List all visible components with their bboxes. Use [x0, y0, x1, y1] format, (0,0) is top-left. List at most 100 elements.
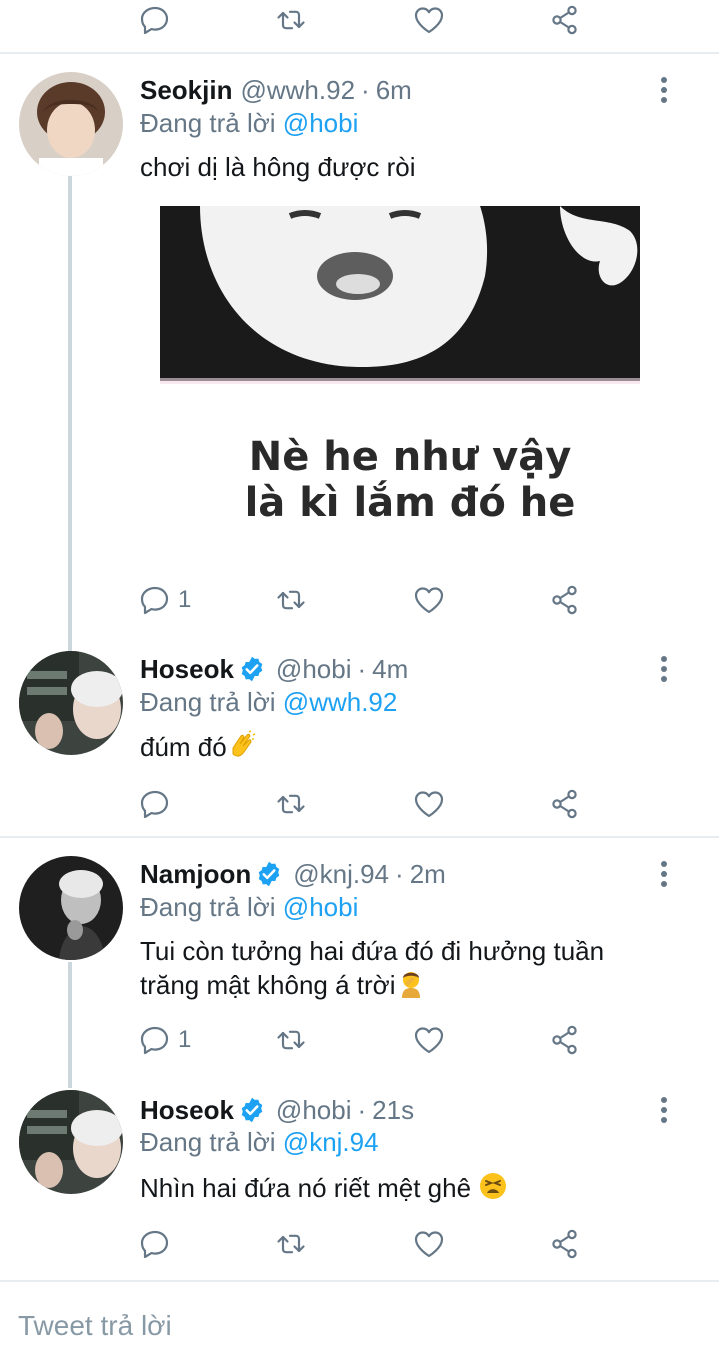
divider [0, 836, 719, 838]
tweet-actions [0, 784, 719, 824]
retweet-button[interactable] [274, 0, 308, 40]
reply-button[interactable] [138, 1224, 178, 1264]
more-icon[interactable] [652, 1092, 676, 1128]
display-name[interactable]: Hoseok [140, 654, 234, 685]
retweet-icon [274, 3, 308, 37]
tweet-text-line: trăng mật không á trời [140, 970, 396, 1000]
avatar[interactable] [19, 72, 123, 176]
like-icon [412, 583, 446, 617]
user-handle[interactable]: @hobi [276, 1095, 352, 1126]
display-name[interactable]: Seokjin [140, 75, 232, 106]
meme-caption-line: Nè he như vậy [248, 434, 572, 480]
reply-button[interactable] [138, 0, 172, 40]
share-icon [548, 583, 582, 617]
meme-face-icon [160, 206, 640, 384]
reply-icon [138, 1227, 172, 1261]
like-button[interactable] [412, 1020, 446, 1060]
person-facepalming-icon [401, 972, 420, 998]
replying-to-label: Đang trả lời [140, 687, 276, 717]
user-handle[interactable]: @wwh.92 [240, 75, 355, 106]
tweet-media-image[interactable]: Nè he như vậy là kì lắm đó he [140, 206, 680, 556]
avatar[interactable] [19, 1090, 123, 1194]
timestamp[interactable]: 2m [410, 859, 446, 890]
tweet-actions: 1 [0, 1020, 719, 1060]
tweet-header: Seokjin @wwh.92 · 6m [140, 72, 412, 108]
replying-to-label: Đang trả lời [140, 892, 276, 922]
separator: · [357, 1094, 367, 1125]
mention-link[interactable]: @wwh.92 [283, 687, 398, 717]
timestamp[interactable]: 6m [376, 75, 412, 106]
retweet-icon [274, 1227, 308, 1261]
mention-link[interactable]: @knj.94 [283, 1127, 379, 1157]
replying-to-label: Đang trả lời [140, 1127, 276, 1157]
replying-to-label: Đang trả lời [140, 108, 276, 138]
display-name[interactable]: Namjoon [140, 859, 251, 890]
tired-face-icon [480, 1173, 507, 1199]
retweet-button[interactable] [274, 1224, 308, 1264]
retweet-icon [274, 787, 308, 821]
share-button[interactable] [548, 1224, 582, 1264]
user-handle[interactable]: @hobi [276, 654, 352, 685]
like-button[interactable] [412, 784, 446, 824]
separator: · [361, 74, 370, 105]
replying-to: Đang trả lời @hobi [140, 108, 358, 139]
separator: · [395, 858, 404, 889]
like-button[interactable] [412, 0, 446, 40]
reply-icon [138, 1023, 172, 1057]
verified-icon [241, 656, 263, 682]
reply-icon [138, 787, 172, 821]
retweet-icon [274, 1023, 308, 1057]
share-button[interactable] [548, 1020, 582, 1060]
mention-link[interactable]: @hobi [283, 892, 359, 922]
tweet-header: Hoseok @hobi · 21s [140, 1092, 414, 1128]
clapping-hands-icon [232, 730, 256, 757]
verified-icon [241, 1097, 263, 1123]
retweet-button[interactable] [274, 784, 308, 824]
reply-button[interactable]: 1 [138, 1020, 191, 1060]
tweet-text: đúm đó [140, 730, 257, 764]
meme-caption: Nè he như vậy là kì lắm đó he [140, 434, 680, 526]
more-icon[interactable] [652, 651, 676, 687]
replying-to: Đang trả lời @wwh.92 [140, 687, 397, 718]
tweet-text: Nhìn hai đứa nó riết mệt ghê [140, 1171, 508, 1205]
avatar[interactable] [19, 856, 123, 960]
tweet-text-content: Nhìn hai đứa nó riết mệt ghê [140, 1173, 472, 1203]
more-icon[interactable] [652, 856, 676, 892]
reply-input[interactable]: Tweet trả lời [18, 1310, 172, 1342]
more-icon[interactable] [652, 72, 676, 108]
retweet-button[interactable] [274, 1020, 308, 1060]
tweet-text: Tui còn tưởng hai đứa đó đi hưởng tuần t… [140, 934, 604, 1002]
reply-count: 1 [178, 1026, 192, 1053]
tweet-header: Namjoon @knj.94 · 2m [140, 856, 446, 892]
like-button[interactable] [412, 1224, 446, 1264]
share-button[interactable] [548, 580, 582, 620]
replying-to: Đang trả lời @hobi [140, 892, 358, 923]
timestamp[interactable]: 21s [372, 1095, 414, 1126]
separator: · [357, 653, 367, 684]
like-icon [412, 1023, 446, 1057]
avatar[interactable] [19, 651, 123, 755]
share-icon [548, 3, 582, 37]
reply-button[interactable] [138, 784, 178, 824]
timestamp[interactable]: 4m [372, 654, 408, 685]
reply-button[interactable]: 1 [138, 580, 191, 620]
tweet-actions: 1 [0, 580, 719, 620]
share-icon [548, 1023, 582, 1057]
retweet-icon [274, 583, 308, 617]
user-handle[interactable]: @knj.94 [293, 859, 389, 890]
divider [0, 52, 719, 54]
mention-link[interactable]: @hobi [283, 108, 359, 138]
tweet-text: chơi dị là hông được ròi [140, 152, 416, 182]
share-icon [548, 1227, 582, 1261]
share-button[interactable] [548, 784, 582, 824]
meme-caption-line: là kì lắm đó he [244, 480, 576, 526]
reply-composer[interactable]: Tweet trả lời [0, 1280, 719, 1371]
tweet-actions [0, 1224, 719, 1264]
like-icon [412, 1227, 446, 1261]
retweet-button[interactable] [274, 580, 308, 620]
tweet-actions-top [0, 0, 719, 40]
like-button[interactable] [412, 580, 446, 620]
share-button[interactable] [548, 0, 582, 40]
display-name[interactable]: Hoseok [140, 1095, 234, 1126]
like-icon [412, 3, 446, 37]
